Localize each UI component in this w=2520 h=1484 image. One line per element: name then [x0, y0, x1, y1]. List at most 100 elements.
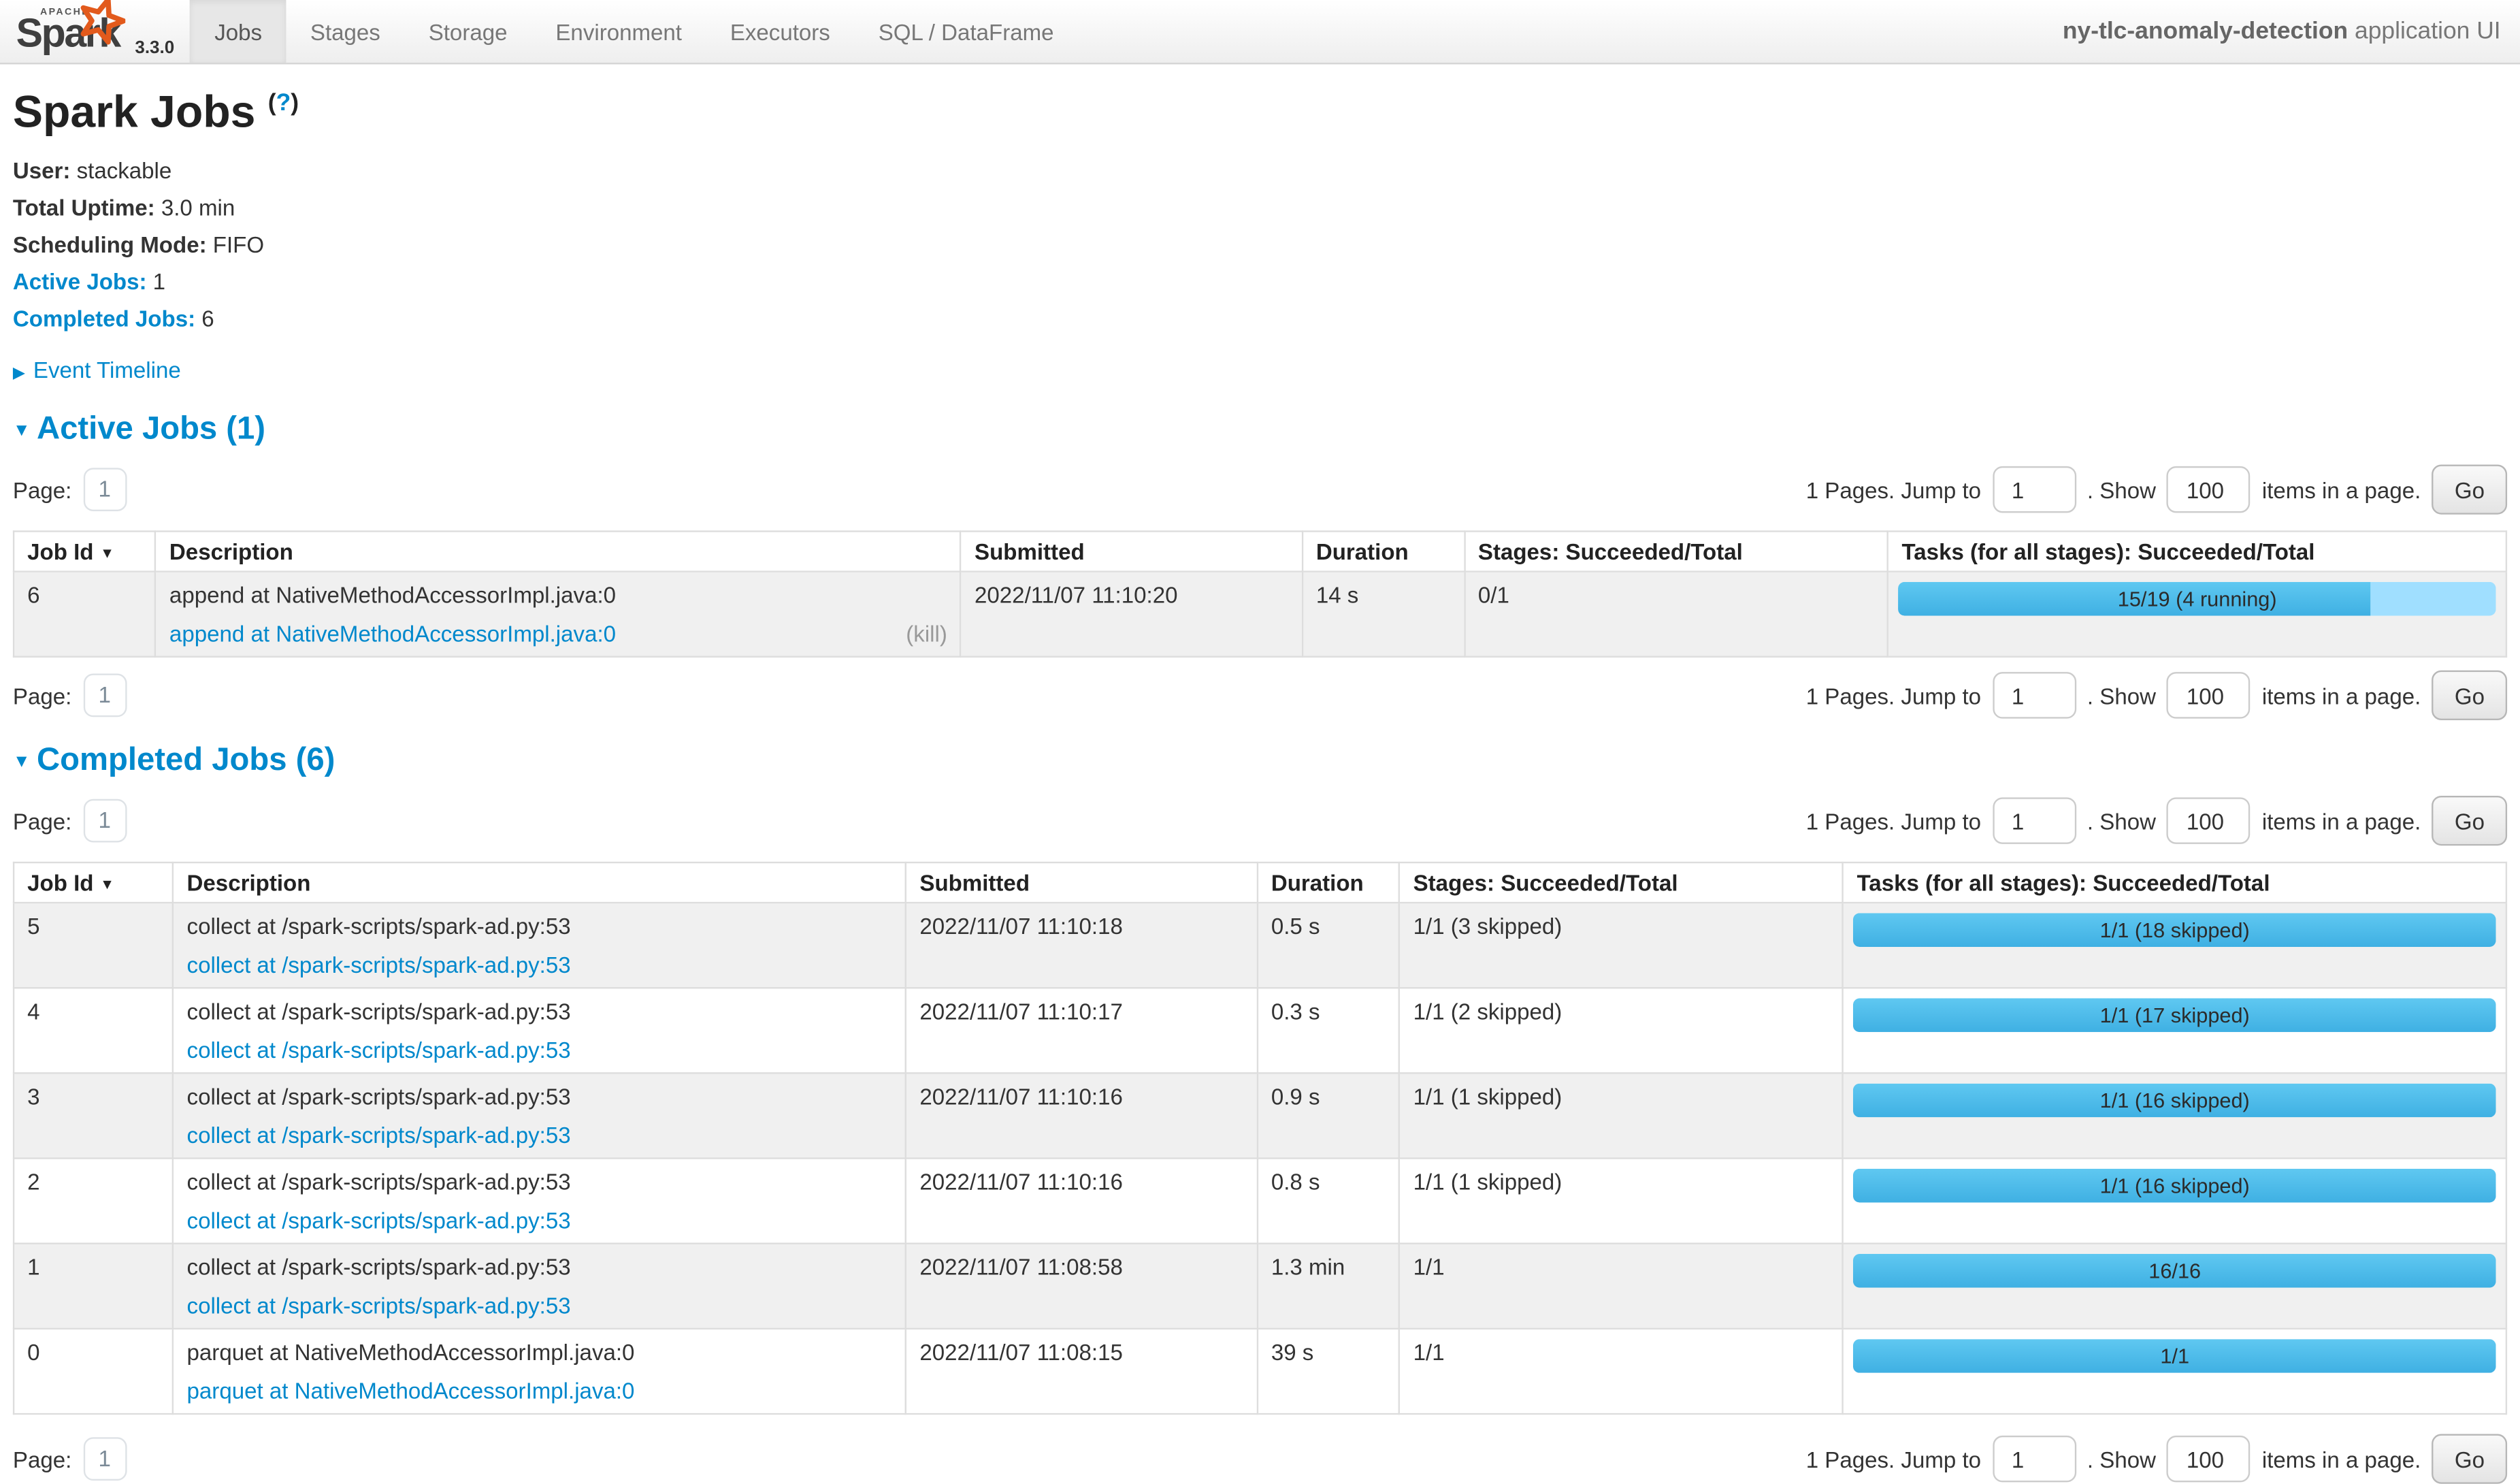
- description-cell: collect at /spark-scripts/spark-ad.py:53…: [173, 1159, 906, 1244]
- go-button[interactable]: Go: [2432, 796, 2507, 845]
- tasks-cell: 1/1 (16 skipped): [1843, 1159, 2506, 1244]
- header-stages[interactable]: Stages: Succeeded/Total: [1464, 532, 1888, 572]
- completed-job-row: 3 collect at /spark-scripts/spark-ad.py:…: [14, 1073, 2506, 1158]
- duration-cell: 0.5 s: [1258, 903, 1400, 988]
- expand-arrow-icon: ▶: [13, 365, 25, 383]
- header-duration[interactable]: Duration: [1303, 532, 1464, 572]
- active-jobs-heading[interactable]: ▼Active Jobs (1): [13, 412, 2507, 449]
- tasks-progress-bar: 1/1 (18 skipped): [1854, 913, 2496, 947]
- header-description[interactable]: Description: [156, 532, 961, 572]
- items-in-page-text: items in a page.: [2262, 808, 2421, 834]
- job-description-link[interactable]: collect at /spark-scripts/spark-ad.py:53: [187, 952, 571, 978]
- progress-label: 16/16: [1854, 1254, 2496, 1288]
- go-button[interactable]: Go: [2432, 671, 2507, 720]
- items-per-page-input[interactable]: [2167, 1436, 2251, 1482]
- page-label: Page:: [13, 808, 71, 834]
- progress-label: 1/1 (18 skipped): [1854, 913, 2496, 947]
- items-per-page-input[interactable]: [2167, 466, 2251, 513]
- scheduling-mode-label: Scheduling Mode:: [13, 231, 207, 257]
- active-jobs-link[interactable]: Active Jobs:: [13, 268, 147, 294]
- jump-to-page-input[interactable]: [1993, 672, 2076, 718]
- job-id-cell: 2: [14, 1159, 173, 1244]
- job-description-link[interactable]: collect at /spark-scripts/spark-ad.py:53: [187, 1208, 571, 1233]
- page-number-button[interactable]: 1: [83, 799, 127, 843]
- job-description-link[interactable]: append at NativeMethodAccessorImpl.java:…: [169, 621, 616, 647]
- header-tasks[interactable]: Tasks (for all stages): Succeeded/Total: [1843, 862, 2506, 903]
- application-title: ny-tlc-anomaly-detection application UI: [2063, 18, 2520, 45]
- job-description-text: collect at /spark-scripts/spark-ad.py:53: [187, 1084, 893, 1110]
- header-job-id[interactable]: Job Id▼: [14, 532, 156, 572]
- job-id-cell: 4: [14, 988, 173, 1073]
- job-description-link[interactable]: collect at /spark-scripts/spark-ad.py:53: [187, 1122, 571, 1148]
- header-description[interactable]: Description: [173, 862, 906, 903]
- header-submitted[interactable]: Submitted: [961, 532, 1303, 572]
- jump-to-page-input[interactable]: [1993, 466, 2076, 513]
- event-timeline-toggle[interactable]: ▶Event Timeline: [13, 357, 2507, 383]
- go-button[interactable]: Go: [2432, 1434, 2507, 1484]
- header-duration[interactable]: Duration: [1258, 862, 1400, 903]
- nav-tabs: Jobs Stages Storage Environment Executor…: [191, 0, 1078, 63]
- job-description-text: collect at /spark-scripts/spark-ad.py:53: [187, 913, 893, 939]
- spark-star-icon: [77, 0, 125, 45]
- page-number-button[interactable]: 1: [83, 468, 127, 511]
- page-number-button[interactable]: 1: [83, 674, 127, 717]
- pages-jump-text: 1 Pages. Jump to: [1806, 682, 1981, 708]
- job-description-text: collect at /spark-scripts/spark-ad.py:53: [187, 1254, 893, 1280]
- pagination-active-bottom: Page: 1 1 Pages. Jump to . Show items in…: [13, 671, 2507, 720]
- items-in-page-text: items in a page.: [2262, 682, 2421, 708]
- sort-arrow-icon: ▼: [100, 876, 114, 892]
- tab-executors[interactable]: Executors: [706, 0, 854, 63]
- stages-cell: 1/1 (2 skipped): [1400, 988, 1844, 1073]
- stages-cell: 1/1: [1400, 1244, 1844, 1329]
- tab-jobs[interactable]: Jobs: [191, 0, 287, 63]
- user-label: User:: [13, 157, 71, 183]
- kill-job-link[interactable]: (kill): [906, 621, 947, 647]
- page-number-button[interactable]: 1: [83, 1437, 127, 1481]
- collapse-arrow-icon: ▼: [13, 752, 31, 771]
- active-jobs-count: 1: [146, 268, 165, 294]
- jump-to-page-input[interactable]: [1993, 797, 2076, 843]
- header-job-id[interactable]: Job Id▼: [14, 862, 173, 903]
- header-stages[interactable]: Stages: Succeeded/Total: [1400, 862, 1844, 903]
- tasks-progress-bar: 1/1 (16 skipped): [1854, 1084, 2496, 1118]
- tasks-progress-bar: 1/1: [1854, 1339, 2496, 1373]
- tab-environment[interactable]: Environment: [531, 0, 706, 63]
- spark-ui-page: APACHE Spark 3.3.0 Jobs Stages Storage E…: [0, 0, 2520, 1320]
- submitted-cell: 2022/11/07 11:10:16: [906, 1073, 1257, 1158]
- collapse-arrow-icon: ▼: [13, 421, 31, 440]
- items-per-page-input[interactable]: [2167, 672, 2251, 718]
- items-per-page-input[interactable]: [2167, 797, 2251, 843]
- header-tasks[interactable]: Tasks (for all stages): Succeeded/Total: [1888, 532, 2506, 572]
- active-jobs-table: Job Id▼ Description Submitted Duration S…: [13, 530, 2507, 658]
- completed-job-row: 4 collect at /spark-scripts/spark-ad.py:…: [14, 988, 2506, 1073]
- job-description-text: collect at /spark-scripts/spark-ad.py:53: [187, 999, 893, 1025]
- job-description-link[interactable]: collect at /spark-scripts/spark-ad.py:53: [187, 1293, 571, 1319]
- completed-job-row: 2 collect at /spark-scripts/spark-ad.py:…: [14, 1159, 2506, 1244]
- job-id-cell: 3: [14, 1073, 173, 1158]
- items-in-page-text: items in a page.: [2262, 1446, 2421, 1472]
- pages-jump-text: 1 Pages. Jump to: [1806, 808, 1981, 834]
- job-description-link[interactable]: parquet at NativeMethodAccessorImpl.java…: [187, 1378, 635, 1404]
- navbar: APACHE Spark 3.3.0 Jobs Stages Storage E…: [0, 0, 2520, 64]
- description-cell: collect at /spark-scripts/spark-ad.py:53…: [173, 903, 906, 988]
- duration-cell: 0.3 s: [1258, 988, 1400, 1073]
- items-in-page-text: items in a page.: [2262, 477, 2421, 502]
- tab-sql-dataframe[interactable]: SQL / DataFrame: [854, 0, 1078, 63]
- header-submitted[interactable]: Submitted: [906, 862, 1257, 903]
- description-cell: append at NativeMethodAccessorImpl.java:…: [156, 572, 961, 657]
- completed-jobs-heading[interactable]: ▼Completed Jobs (6): [13, 743, 2507, 779]
- go-button[interactable]: Go: [2432, 465, 2507, 515]
- jump-to-page-input[interactable]: [1993, 1436, 2076, 1482]
- help-link[interactable]: ?: [276, 89, 291, 116]
- show-text: . Show: [2087, 477, 2156, 502]
- completed-job-row: 5 collect at /spark-scripts/spark-ad.py:…: [14, 903, 2506, 988]
- submitted-cell: 2022/11/07 11:10:18: [906, 903, 1257, 988]
- tasks-cell: 1/1 (17 skipped): [1843, 988, 2506, 1073]
- tab-storage[interactable]: Storage: [404, 0, 531, 63]
- spark-logo[interactable]: APACHE Spark 3.3.0: [0, 0, 191, 63]
- tab-stages[interactable]: Stages: [286, 0, 404, 63]
- job-description-link[interactable]: collect at /spark-scripts/spark-ad.py:53: [187, 1037, 571, 1063]
- progress-label: 15/19 (4 running): [1899, 582, 2496, 616]
- description-cell: collect at /spark-scripts/spark-ad.py:53…: [173, 988, 906, 1073]
- completed-jobs-link[interactable]: Completed Jobs:: [13, 306, 195, 332]
